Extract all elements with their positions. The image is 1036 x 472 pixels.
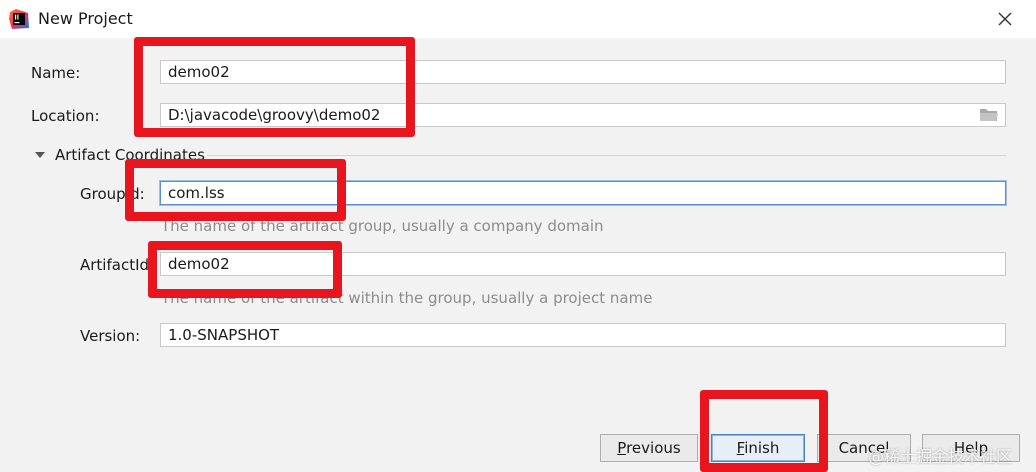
previous-mnemonic: P: [617, 439, 627, 457]
artifactid-field-box: [160, 252, 1006, 276]
groupid-label: GroupId:: [80, 185, 145, 203]
location-field-box: [160, 103, 1006, 127]
name-field-box: [160, 60, 1006, 84]
groupid-hint: The name of the artifact group, usually …: [161, 217, 604, 235]
name-label: Name:: [31, 64, 81, 82]
location-label: Location:: [31, 107, 100, 125]
finish-button[interactable]: Finish: [711, 434, 805, 462]
folder-icon[interactable]: [979, 107, 999, 123]
help-button[interactable]: Help: [922, 434, 1020, 462]
intellij-idea-icon: [9, 9, 29, 29]
artifactid-label: ArtifactId:: [80, 256, 155, 274]
section-divider: [207, 155, 1007, 156]
cancel-button[interactable]: Cancel: [817, 434, 911, 462]
new-project-dialog: New Project Name: Location: Artifact Coo…: [0, 0, 1036, 472]
artifact-coordinates-title: Artifact Coordinates: [55, 146, 205, 164]
artifactid-hint: The name of the artifact within the grou…: [161, 289, 653, 307]
groupid-input[interactable]: [161, 182, 1005, 204]
triangle-down-icon[interactable]: [33, 148, 47, 162]
previous-label-rest: revious: [626, 439, 681, 457]
name-input[interactable]: [161, 61, 1005, 83]
version-label: Version:: [80, 327, 141, 345]
version-input[interactable]: [161, 324, 1005, 346]
finish-label-rest: inish: [744, 439, 780, 457]
title-bar: New Project: [0, 0, 1036, 38]
groupid-field-box: [160, 181, 1006, 205]
window-title: New Project: [38, 9, 133, 28]
artifactid-input[interactable]: [161, 253, 1005, 275]
close-icon[interactable]: [994, 8, 1016, 30]
version-field-box: [160, 323, 1006, 347]
location-input[interactable]: [161, 104, 1005, 126]
previous-button[interactable]: Previous: [600, 434, 698, 462]
